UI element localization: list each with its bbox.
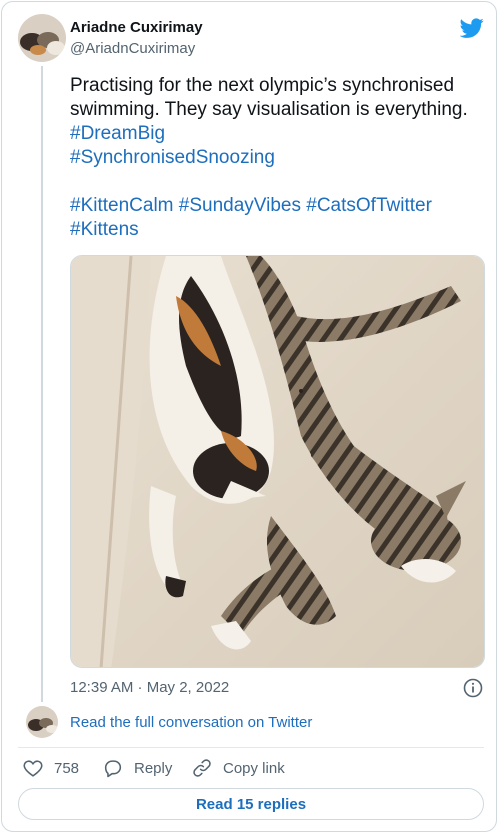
- read-replies-button[interactable]: Read 15 replies: [18, 788, 484, 820]
- tweet-body-text: Practising for the next olympic’s synchr…: [70, 75, 468, 120]
- hashtag-link[interactable]: #KittenCalm: [70, 195, 174, 216]
- heart-icon: [23, 760, 43, 777]
- reply-button[interactable]: Reply: [102, 756, 172, 780]
- actions-divider: [18, 747, 484, 748]
- like-button[interactable]: 758: [22, 756, 79, 780]
- tweet-embed-card: Ariadne Cuxirimay @AriadnCuxirimay Pract…: [1, 1, 497, 832]
- hashtag-link[interactable]: #Kittens: [70, 219, 139, 240]
- hashtag-link[interactable]: #DreamBig: [70, 123, 165, 144]
- twitter-bird-icon[interactable]: [459, 16, 484, 40]
- author-handle[interactable]: @AriadnCuxirimay: [70, 40, 195, 58]
- reply-bubble-icon: [104, 760, 122, 778]
- tweet-body: Practising for the next olympic’s synchr…: [70, 74, 490, 170]
- info-icon[interactable]: [462, 677, 484, 699]
- tweet-photo[interactable]: [70, 255, 485, 668]
- hashtag-link[interactable]: #SundayVibes: [179, 195, 301, 216]
- tweet-hashtags: #KittenCalm #SundayVibes #CatsOfTwitter #…: [70, 194, 490, 242]
- thread-line: [41, 66, 43, 702]
- tweet-text: Practising for the next olympic’s synchr…: [70, 74, 490, 242]
- like-count: 758: [54, 759, 80, 777]
- copy-link-button[interactable]: Copy link: [191, 756, 285, 780]
- copy-link-label: Copy link: [223, 759, 285, 777]
- conversation-avatar[interactable]: [26, 706, 58, 738]
- hashtag-link[interactable]: #CatsOfTwitter: [306, 195, 432, 216]
- reply-label: Reply: [134, 759, 173, 777]
- read-conversation-link[interactable]: Read the full conversation on Twitter: [70, 714, 312, 732]
- author-avatar[interactable]: [18, 14, 66, 62]
- author-name[interactable]: Ariadne Cuxirimay: [70, 19, 203, 37]
- hashtag-link[interactable]: #SynchronisedSnoozing: [70, 147, 275, 168]
- link-icon: [193, 759, 211, 777]
- tweet-timestamp[interactable]: 12:39 AM · May 2, 2022: [70, 679, 229, 697]
